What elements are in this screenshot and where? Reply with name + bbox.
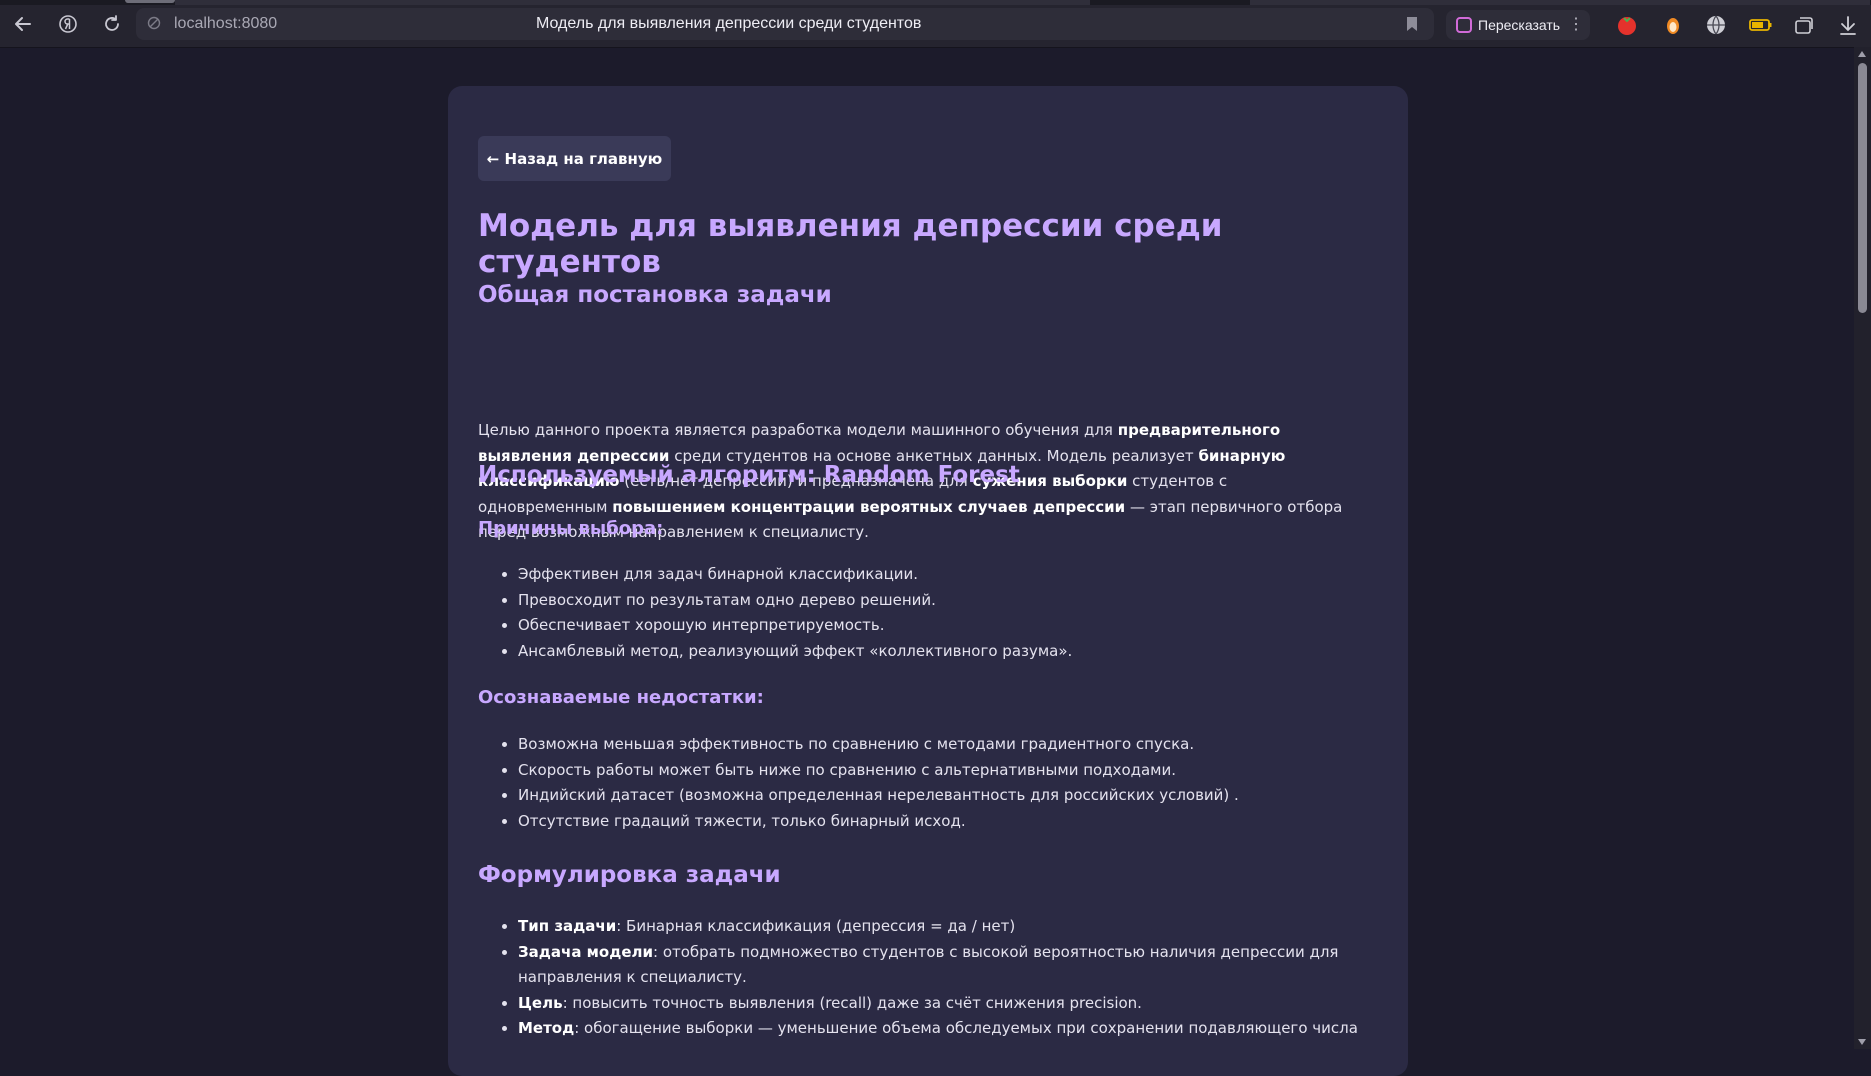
list-item: Тип задачи: Бинарная классификация (депр…	[518, 914, 1398, 940]
download-icon[interactable]	[1838, 14, 1860, 36]
yandex-icon[interactable]	[55, 11, 81, 37]
battery-icon[interactable]	[1749, 14, 1772, 36]
section-heading-algorithm: Используемый алгоритм: Random Forest	[478, 462, 1020, 488]
item-label: Цель	[518, 993, 563, 1012]
address-url[interactable]: localhost:8080	[174, 8, 277, 40]
more-options-icon[interactable]: ⋮	[1568, 10, 1584, 40]
tab-indicator[interactable]	[125, 0, 175, 3]
tomato-extension-icon[interactable]	[1616, 14, 1638, 36]
tab-strip	[0, 0, 1871, 5]
bookmark-icon[interactable]	[1406, 16, 1422, 32]
section-heading-formulation: Формулировка задачи	[478, 862, 781, 888]
retell-button[interactable]: Пересказать ⋮	[1446, 10, 1590, 40]
address-bar[interactable]: localhost:8080 Модель для выявления депр…	[136, 8, 1434, 40]
drawbacks-heading: Осознаваемые недостатки:	[478, 687, 764, 708]
address-page-title: Модель для выявления депрессии среди сту…	[536, 15, 922, 32]
scroll-up-icon[interactable]	[1858, 51, 1866, 57]
page-title: Модель для выявления депрессии среди сту…	[478, 208, 1223, 280]
retell-label: Пересказать	[1478, 17, 1561, 33]
browser-toolbar: localhost:8080 Модель для выявления депр…	[0, 0, 1871, 48]
reasons-heading: Причины выбора:	[478, 518, 664, 539]
list-item: Обеспечивает хорошую интерпретируемость.	[518, 613, 1398, 639]
section-heading-problem: Общая постановка задачи	[478, 282, 832, 308]
retell-icon	[1456, 17, 1472, 33]
para-text: Целью данного проекта является разработк…	[478, 421, 1118, 439]
back-to-home-button[interactable]: ← Назад на главную	[478, 136, 671, 181]
list-item: Превосходит по результатам одно дерево р…	[518, 588, 1398, 614]
list-item: Эффективен для задач бинарной классифика…	[518, 562, 1398, 588]
reload-icon[interactable]	[99, 11, 125, 37]
tab-inactive[interactable]	[1250, 0, 1870, 5]
item-text: : повысить точность выявления (recall) д…	[562, 993, 1142, 1012]
item-label: Тип задачи	[518, 917, 617, 935]
list-item: Цель: повысить точность выявления (recal…	[518, 991, 1398, 1017]
collections-icon[interactable]	[1793, 14, 1815, 36]
extension-icon[interactable]	[1662, 14, 1684, 36]
list-item: Ансамблевый метод, реализующий эффект «к…	[518, 639, 1398, 665]
formulation-list: Тип задачи: Бинарная классификация (депр…	[478, 914, 1398, 1042]
item-text: : Бинарная классификация (депрессия = да…	[616, 917, 1016, 935]
reasons-list: Эффективен для задач бинарной классифика…	[478, 562, 1398, 664]
list-item: Метод: обогащение выборки — уменьшение о…	[518, 1016, 1398, 1042]
list-item: Задача модели: отобрать подмножество сту…	[518, 940, 1398, 991]
list-item: Скорость работы может быть ниже по сравн…	[518, 758, 1398, 784]
back-icon[interactable]	[10, 11, 36, 37]
scrollbar-thumb[interactable]	[1858, 63, 1867, 313]
item-label: Метод	[518, 1019, 575, 1037]
para-bold: повышением концентрации вероятных случае…	[612, 497, 1126, 516]
drawbacks-list: Возможна меньшая эффективность по сравне…	[478, 732, 1398, 834]
globe-icon[interactable]	[1705, 14, 1727, 36]
scroll-down-icon[interactable]	[1858, 1039, 1866, 1045]
list-item: Отсутствие градаций тяжести, только бина…	[518, 809, 1398, 835]
content-card: ← Назад на главную Модель для выявления …	[448, 86, 1408, 1076]
list-item: Индийский датасет (возможна определенная…	[518, 783, 1398, 809]
tab-active[interactable]	[175, 0, 1090, 5]
site-info-icon[interactable]	[146, 16, 162, 32]
item-label: Задача модели	[518, 942, 654, 961]
page-scrollbar[interactable]	[1854, 47, 1871, 1049]
item-text: : обогащение выборки — уменьшение объема…	[574, 1019, 1358, 1037]
list-item: Возможна меньшая эффективность по сравне…	[518, 732, 1398, 758]
